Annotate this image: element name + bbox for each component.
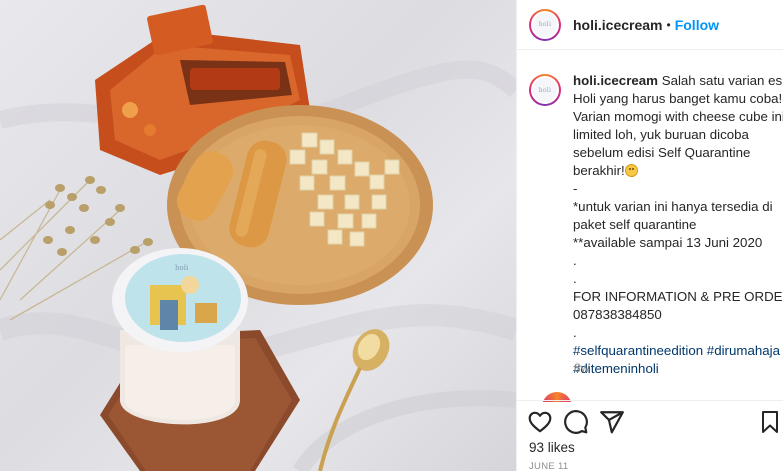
caption-line-3: limited loh, yuk buruan dicoba xyxy=(573,127,749,142)
caption-line-8: paket self quarantine xyxy=(573,217,697,232)
caption-line-13: 087838384850 xyxy=(573,307,662,322)
caption-line-14: . xyxy=(573,325,577,340)
ice-cream-jar: holi xyxy=(112,248,248,425)
jar-label: holi xyxy=(175,264,189,272)
avatar-logo: holi xyxy=(533,12,557,37)
comment-icon[interactable] xyxy=(563,409,589,435)
gold-spoon xyxy=(318,329,390,471)
hashtag-line-2[interactable]: #ditemeninholi xyxy=(573,360,783,378)
follow-button[interactable]: Follow xyxy=(675,17,719,33)
heart-icon[interactable] xyxy=(527,409,553,435)
likes-count[interactable]: 93 likes xyxy=(529,440,575,455)
paper-plane-icon[interactable] xyxy=(599,409,625,435)
post-caption: holi holi.icecream Salah satu varian esk… xyxy=(529,72,783,378)
caption-line-11: . xyxy=(573,271,577,286)
post-header: holi holi.icecream • Follow xyxy=(517,0,783,50)
caption-line-10: . xyxy=(573,253,577,268)
post-actions xyxy=(517,400,783,442)
photo-scene: holi xyxy=(0,4,516,471)
profile-avatar[interactable]: holi xyxy=(529,8,561,41)
caption-text: holi.icecream Salah satu varian eskrim H… xyxy=(573,72,783,378)
smiling-face-emoji-icon xyxy=(624,164,638,177)
caption-line-2: Varian momogi with cheese cube ini xyxy=(573,109,783,124)
bookmark-icon[interactable] xyxy=(758,409,782,435)
caption-avatar[interactable]: holi xyxy=(529,74,561,106)
post-time-ago[interactable]: 8w xyxy=(574,361,589,375)
caption-line-0: Salah satu varian eskrim xyxy=(661,73,783,88)
caption-line-6: - xyxy=(573,181,578,196)
caption-line-1: Holi yang harus banget kamu coba! xyxy=(573,91,783,106)
caption-line-7: *untuk varian ini hanya tersedia di xyxy=(573,199,773,214)
caption-username[interactable]: holi.icecream xyxy=(573,73,658,88)
caption-line-5: berakhir! xyxy=(573,163,625,178)
caption-avatar-logo: holi xyxy=(533,78,557,102)
caption-line-4: sebelum edisi Self Quarantine xyxy=(573,145,751,160)
post-photo[interactable]: holi xyxy=(0,0,516,471)
post-side-panel: holi holi.icecream • Follow holi holi.ic… xyxy=(516,0,783,471)
caption-line-12: FOR INFORMATION & PRE ORDER: xyxy=(573,289,783,304)
hashtag-line-1[interactable]: #selfquarantineedition #dirumahaja xyxy=(573,342,783,360)
post-date: JUNE 11 xyxy=(529,461,569,471)
header-separator: • xyxy=(666,17,671,32)
header-username[interactable]: holi.icecream xyxy=(573,17,663,33)
caption-line-9: **available sampai 13 Juni 2020 xyxy=(573,235,763,250)
